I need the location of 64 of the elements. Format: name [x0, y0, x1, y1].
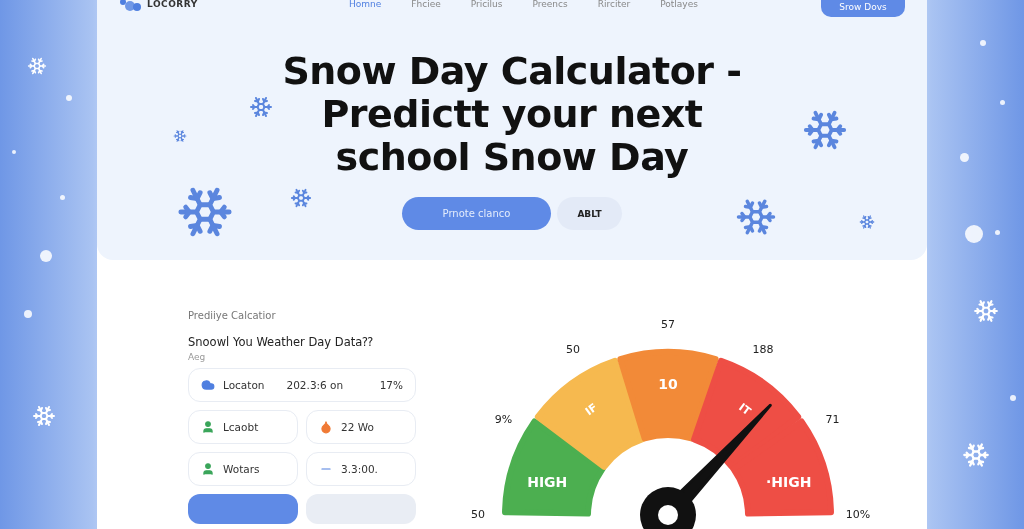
input-field[interactable]: Locaton 202.3:6 on 17% — [188, 368, 416, 402]
scale-label: 71 — [825, 413, 840, 426]
field-label: Lcaobt — [223, 421, 259, 433]
person-icon — [201, 420, 215, 434]
snowflake-icon — [735, 196, 777, 238]
input-field[interactable]: Lcaobt — [188, 410, 298, 444]
segment-label: ·HIGH — [766, 473, 812, 490]
person-icon — [201, 462, 215, 476]
nav-button[interactable]: Srow Dovs — [821, 0, 905, 17]
snow-dot — [24, 310, 32, 318]
scale-label: 50 — [566, 343, 580, 357]
nav-link[interactable]: Potlayes — [660, 0, 698, 9]
nav-link[interactable]: Rirciter — [597, 0, 631, 9]
snow-dot — [980, 40, 986, 46]
primary-button[interactable]: Prnote clanco — [402, 197, 551, 230]
nav-link[interactable]: Homne — [349, 0, 382, 9]
snowflake-icon — [32, 404, 56, 428]
snow-dot — [1000, 100, 1005, 105]
snow-dot — [12, 150, 16, 154]
submit-button[interactable] — [188, 494, 298, 524]
segment-label: 10 — [658, 376, 678, 392]
scale-label: 10% — [845, 508, 871, 521]
scale-label: 9% — [494, 413, 513, 426]
hero-title: Snow Day Calculator - Predictt your next school Snow Day — [282, 50, 742, 179]
snow-dot — [60, 195, 65, 200]
section-eyebrow: Prediiye Calcatior — [188, 310, 277, 321]
field-label: 3.3:00. — [341, 463, 378, 475]
logo-icon — [119, 0, 141, 11]
snowflake-icon — [962, 441, 990, 469]
secondary-button[interactable]: ABLT — [557, 197, 622, 230]
snow-dot — [995, 230, 1000, 235]
snowflake-icon — [27, 56, 47, 76]
snow-dot — [960, 153, 969, 162]
segment-label: IT — [736, 400, 754, 419]
snowflake-icon — [973, 298, 999, 324]
nav-link[interactable]: Fhciee — [411, 0, 441, 9]
section-subheading: Aeg — [188, 352, 207, 362]
snow-dot — [66, 95, 72, 101]
drop-icon — [319, 420, 333, 434]
snowflake-icon — [290, 187, 312, 209]
field-label: Wotars — [223, 463, 260, 475]
nav-link[interactable]: Pricilus — [470, 0, 503, 9]
scale-label: 188 — [752, 343, 774, 357]
field-label: Locaton — [223, 379, 265, 391]
brand-name: LOCORRY — [147, 0, 198, 9]
snow-dot — [1010, 395, 1016, 401]
segment-label: IF — [582, 400, 600, 419]
field-label: 22 Wo — [341, 421, 374, 433]
field-percent: 17% — [379, 379, 403, 391]
input-field[interactable]: 22 Wo — [306, 410, 416, 444]
snowflake-icon — [859, 214, 875, 230]
snow-dot — [965, 225, 983, 243]
snow-dot — [40, 250, 52, 262]
snowflake-icon — [173, 129, 187, 143]
field-value: 202.3:6 on — [286, 379, 345, 391]
scale-label: 57 — [661, 318, 675, 331]
section-heading: Snoowl You Weather Day Data⁇ — [188, 335, 374, 349]
input-field[interactable]: 3.3:00. — [306, 452, 416, 486]
cloud-icon — [201, 378, 215, 392]
scale-label: 50 — [471, 508, 485, 521]
input-field[interactable]: Wotars — [188, 452, 298, 486]
segment-label: HIGH — [527, 473, 568, 490]
snowflake-icon — [249, 95, 273, 119]
nav-link[interactable]: Preencs — [532, 0, 568, 9]
